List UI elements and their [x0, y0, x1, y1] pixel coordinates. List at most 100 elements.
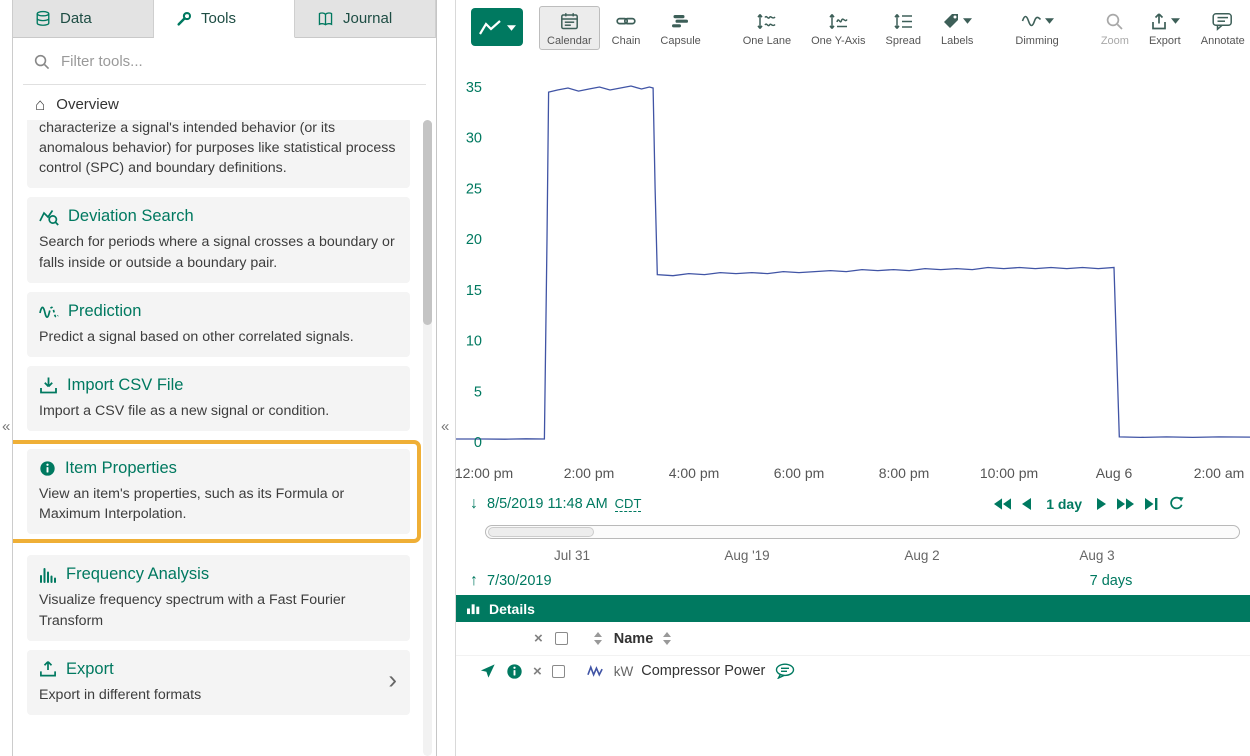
tool-card-export[interactable]: ExportExport in different formats› — [27, 650, 410, 715]
collapse-panel-handle[interactable]: « — [441, 418, 449, 435]
item-info-icon[interactable] — [506, 663, 523, 680]
overview-link[interactable]: ⌂ Overview — [13, 85, 436, 123]
tool-card-deviation-search[interactable]: Deviation Search Search for periods where… — [27, 197, 410, 282]
investigate-scrollbar[interactable] — [485, 525, 1240, 539]
item-checkbox[interactable] — [552, 665, 565, 678]
deviation-search-icon — [39, 208, 59, 226]
tab-tools[interactable]: Tools — [154, 0, 295, 38]
toolbar-button-label: One Y-Axis — [811, 35, 865, 47]
step-back-much-icon[interactable] — [994, 498, 1011, 510]
refresh-icon[interactable] — [1169, 496, 1184, 511]
y-axis-label: 15 — [466, 283, 482, 299]
tool-card-item-properties[interactable]: Item PropertiesView an item's properties… — [27, 449, 410, 534]
display-range-duration[interactable]: 1 day — [1046, 496, 1082, 512]
step-to-end-icon[interactable] — [1145, 498, 1158, 510]
details-chart-icon — [466, 602, 481, 615]
investigate-scrollbar-thumb[interactable] — [488, 527, 594, 537]
timeline-label: Aug '19 — [707, 548, 787, 563]
tool-description: Search for periods where a signal crosse… — [39, 232, 398, 272]
y-axis-label: 5 — [474, 384, 482, 400]
tool-card-frequency-analysis[interactable]: Frequency AnalysisVisualize frequency sp… — [27, 555, 410, 640]
journal-icon — [317, 11, 334, 27]
tool-title: Prediction — [39, 302, 398, 321]
chain-icon — [616, 12, 636, 30]
remove-all-icon[interactable]: × — [534, 630, 543, 647]
tool-title: Frequency Analysis — [39, 565, 398, 584]
investigate-scrollbar-row — [456, 517, 1250, 547]
toolbar-button-label: Chain — [612, 35, 641, 47]
investigate-range-start[interactable]: 7/30/2019 — [487, 573, 552, 589]
comment-icon[interactable] — [775, 663, 795, 679]
toolbar-calendar-button[interactable]: Calendar — [539, 6, 600, 50]
toolbar-zoom-button[interactable]: Zoom — [1093, 6, 1137, 50]
toolbar-capsule-button[interactable]: Capsule — [652, 6, 708, 50]
timezone-link[interactable]: CDT — [615, 496, 642, 512]
toolbar-dimming-button[interactable]: Dimming — [1007, 6, 1066, 50]
tool-title: Deviation Search — [39, 207, 398, 226]
y-axis-label: 0 — [474, 435, 482, 451]
trend-view: Calendar Chain Capsule One Lane One Y-Axis Sp… — [455, 0, 1250, 756]
toolbar-chain-button[interactable]: Chain — [604, 6, 649, 50]
tool-card-prediction[interactable]: PredictionPredict a signal based on othe… — [27, 292, 410, 357]
toolbar-button-label: One Lane — [743, 35, 791, 47]
tab-data[interactable]: Data — [13, 0, 154, 38]
collapse-left-handle[interactable]: « — [2, 418, 10, 435]
pointer-icon[interactable] — [480, 663, 496, 679]
tool-description: Import a CSV file as a new signal or con… — [39, 401, 398, 421]
item-name[interactable]: Compressor Power — [641, 663, 765, 679]
filter-tools-input[interactable] — [61, 53, 416, 70]
tool-card-import-csv-file[interactable]: Import CSV File Import a CSV file as a ne… — [27, 366, 410, 431]
search-icon — [33, 53, 50, 70]
toolbar-one-y-axis-button[interactable]: One Y-Axis — [803, 6, 873, 50]
toolbar-spread-button[interactable]: Spread — [878, 6, 929, 50]
tools-scrollbar[interactable] — [423, 120, 432, 756]
tool-name: Import CSV File — [67, 376, 183, 395]
details-row[interactable]: × kW Compressor Power — [456, 656, 1250, 686]
import-csv-icon — [39, 376, 58, 395]
step-back-icon[interactable] — [1022, 498, 1031, 510]
scrollbar-thumb[interactable] — [423, 120, 432, 325]
trend-chart[interactable]: 05101520253035 — [456, 57, 1250, 460]
sort-icon[interactable] — [594, 632, 602, 645]
y-axis-label: 30 — [466, 131, 482, 147]
x-axis-label: 4:00 pm — [642, 465, 746, 481]
display-range-start[interactable]: 8/5/2019 11:48 AM — [487, 496, 608, 512]
chart-line-icon — [478, 18, 502, 38]
overview-label: Overview — [56, 96, 119, 113]
toolbar-one-lane-button[interactable]: One Lane — [735, 6, 799, 50]
toolbar-button-label: Calendar — [547, 35, 592, 47]
investigate-timeline: Jul 31Aug '19Aug 2Aug 3 — [456, 547, 1250, 567]
x-axis-label: 10:00 pm — [957, 465, 1061, 481]
capsule-icon — [671, 12, 690, 30]
tab-journal[interactable]: Journal — [295, 0, 436, 38]
select-all-checkbox[interactable] — [555, 632, 568, 645]
toolbar-button-label: Zoom — [1101, 35, 1129, 47]
panel-gutter: « — [438, 0, 455, 756]
toolbar-export-button[interactable]: Export — [1141, 6, 1189, 50]
y-axis-label: 20 — [466, 232, 482, 248]
toolbar-trend-button[interactable] — [471, 8, 523, 46]
frequency-icon — [39, 566, 57, 584]
tools-list: characterize a signal's intended behavio… — [13, 120, 436, 756]
filter-row — [13, 38, 436, 84]
investigate-range-duration[interactable]: 7 days — [1071, 573, 1151, 589]
x-axis-label: 12:00 pm — [432, 465, 536, 481]
tool-title: Import CSV File — [39, 376, 398, 395]
prediction-icon — [39, 302, 59, 320]
step-forward-much-icon[interactable] — [1117, 498, 1134, 510]
step-forward-icon[interactable] — [1097, 498, 1106, 510]
tab-label: Tools — [201, 10, 236, 27]
panel-tabs: Data Tools Journal — [13, 0, 436, 38]
chevron-right-icon: › — [388, 665, 397, 696]
toolbar-annotate-button[interactable]: Annotate — [1193, 6, 1250, 50]
caret-icon — [963, 18, 972, 24]
remove-item-icon[interactable]: × — [533, 663, 542, 680]
toolbar-button-label: Annotate — [1201, 35, 1245, 47]
y-axis-label: 35 — [466, 80, 482, 96]
tool-card[interactable]: characterize a signal's intended behavio… — [27, 120, 410, 188]
sort-name-icon[interactable] — [663, 632, 671, 645]
tool-description: Export in different formats — [39, 685, 398, 705]
name-column-header[interactable]: Name — [614, 631, 654, 647]
tool-name: Item Properties — [65, 459, 177, 478]
toolbar-labels-button[interactable]: Labels — [933, 6, 981, 50]
